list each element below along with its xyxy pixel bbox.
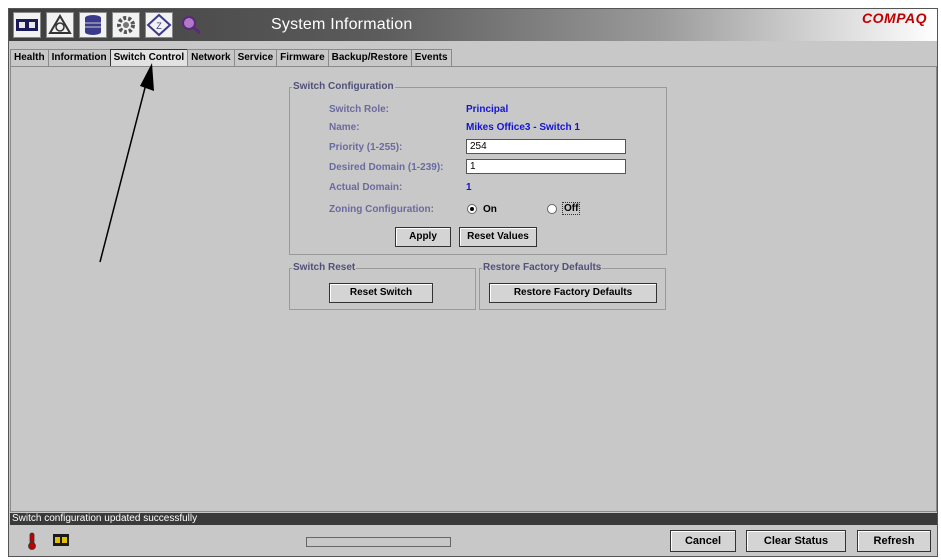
temperature-icon [27, 532, 37, 553]
priority-label: Priority (1-255): [329, 142, 403, 153]
restore-factory-defaults-legend: Restore Factory Defaults [482, 262, 603, 273]
switch-status-icon[interactable] [53, 534, 69, 549]
tab-network[interactable]: Network [187, 49, 235, 66]
zoning-off-radio[interactable] [547, 204, 557, 214]
desired-domain-label: Desired Domain (1-239): [329, 162, 444, 173]
actual-domain-value: 1 [466, 182, 472, 193]
tab-bar: Health Information Switch Control Networ… [10, 49, 452, 67]
clear-status-button[interactable]: Clear Status [746, 530, 846, 552]
switch-icon[interactable] [13, 12, 41, 38]
restore-factory-defaults-button[interactable]: Restore Factory Defaults [489, 283, 657, 303]
brand-logo: COMPAQ [862, 10, 927, 26]
fabric-icon[interactable] [46, 12, 74, 38]
switch-name-label: Name: [329, 122, 360, 133]
app-window: Z System Information COMPAQ Health Infor… [8, 8, 938, 557]
database-icon[interactable] [79, 12, 107, 38]
tab-content-panel: Switch Configuration Switch Role: Princi… [10, 66, 937, 512]
reset-switch-button[interactable]: Reset Switch [329, 283, 433, 303]
priority-field[interactable]: 254 [466, 139, 626, 154]
window-title: System Information [271, 16, 413, 33]
restore-factory-defaults-group: Restore Factory Defaults Restore Factory… [479, 262, 666, 310]
zoning-on-radio[interactable] [467, 204, 477, 214]
status-message: Switch configuration updated successfull… [10, 513, 937, 525]
switch-reset-legend: Switch Reset [292, 262, 357, 273]
tab-service[interactable]: Service [233, 49, 278, 66]
switch-reset-group: Switch Reset Reset Switch [289, 262, 476, 310]
bottom-bar: Cancel Clear Status Refresh [9, 526, 937, 557]
switch-role-value: Principal [466, 104, 509, 115]
refresh-button[interactable]: Refresh [857, 530, 931, 552]
switch-role-label: Switch Role: [329, 104, 390, 115]
gear-icon[interactable] [112, 12, 140, 38]
search-icon[interactable] [178, 12, 206, 38]
cancel-button[interactable]: Cancel [670, 530, 736, 552]
tab-backup-restore[interactable]: Backup/Restore [327, 49, 412, 66]
switch-configuration-legend: Switch Configuration [292, 81, 395, 92]
progress-bar [306, 537, 451, 547]
svg-text:Z: Z [156, 21, 162, 31]
title-bar: Z System Information COMPAQ [9, 9, 937, 41]
tab-firmware[interactable]: Firmware [276, 49, 329, 66]
apply-button[interactable]: Apply [395, 227, 451, 247]
actual-domain-label: Actual Domain: [329, 182, 403, 193]
tab-information[interactable]: Information [47, 49, 111, 66]
switch-configuration-group: Switch Configuration Switch Role: Princi… [289, 81, 667, 255]
switch-name-value: Mikes Office3 - Switch 1 [466, 122, 580, 133]
zoning-icon[interactable]: Z [145, 12, 173, 38]
tab-switch-control[interactable]: Switch Control [109, 49, 189, 67]
tab-health[interactable]: Health [10, 49, 49, 66]
zoning-off-label: Off [562, 202, 581, 215]
zoning-configuration-label: Zoning Configuration: [329, 204, 434, 215]
tab-events[interactable]: Events [410, 49, 452, 66]
zoning-on-label: On [483, 204, 497, 215]
reset-values-button[interactable]: Reset Values [459, 227, 537, 247]
desired-domain-field[interactable]: 1 [466, 159, 626, 174]
